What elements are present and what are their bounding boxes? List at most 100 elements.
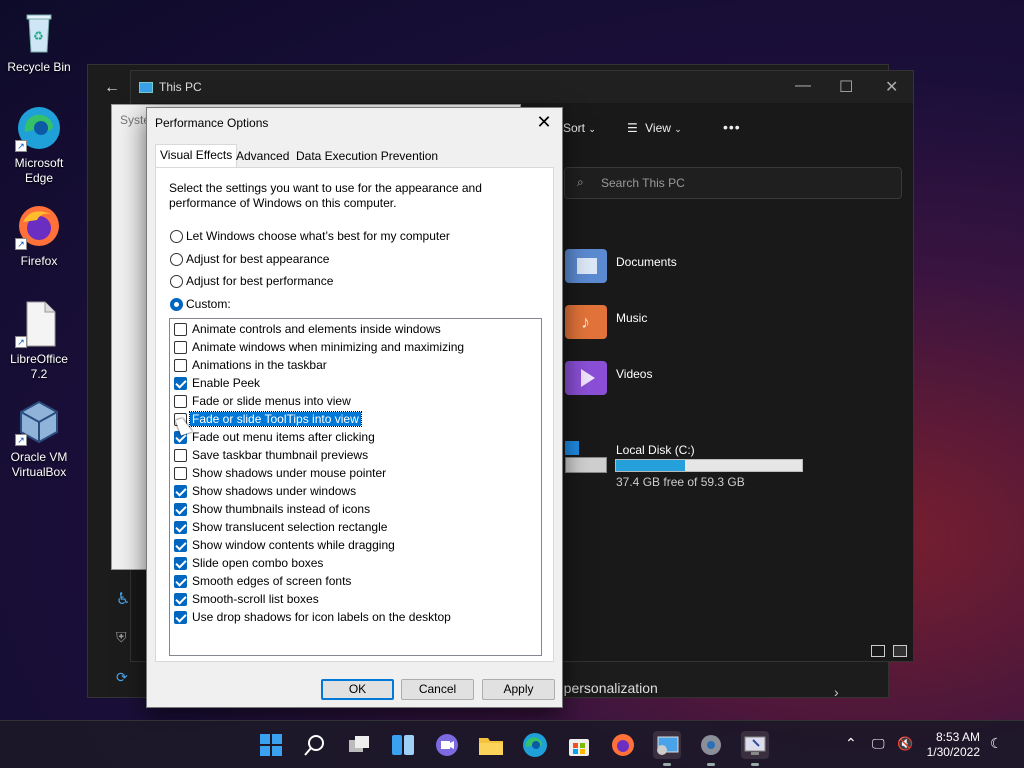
teams-chat-icon[interactable] <box>433 731 461 759</box>
chevron-down-icon: ⌄ <box>674 124 682 134</box>
effect-checkbox-row[interactable]: Smooth-scroll list boxes <box>174 590 319 608</box>
system-properties-icon[interactable] <box>741 731 769 766</box>
effect-checkbox-row[interactable]: Smooth edges of screen fonts <box>174 572 351 590</box>
ok-button[interactable]: OK <box>321 679 394 700</box>
effect-checkbox-row[interactable]: Fade or slide menus into view <box>174 392 351 410</box>
control-panel-icon[interactable] <box>653 731 681 766</box>
radio-best-appearance[interactable]: Adjust for best appearance <box>170 252 329 266</box>
cancel-button[interactable]: Cancel <box>401 679 474 700</box>
sort-label: Sort <box>563 121 586 135</box>
effect-checkbox-row[interactable]: Fade or slide ToolTips into view <box>174 410 362 428</box>
network-icon[interactable]: 🖵 <box>872 736 885 752</box>
volume-muted-icon[interactable]: 🔇 <box>897 736 913 752</box>
chevron-right-icon[interactable]: › <box>834 684 839 700</box>
checkbox[interactable] <box>174 340 187 354</box>
effect-label: Smooth-scroll list boxes <box>192 592 319 606</box>
svg-text:♻: ♻ <box>33 29 44 43</box>
radio-button[interactable] <box>170 229 183 243</box>
radio-custom[interactable]: Custom: <box>170 297 231 311</box>
checkbox[interactable] <box>174 484 187 498</box>
radio-button[interactable] <box>170 252 183 266</box>
videos-folder-icon <box>565 361 607 395</box>
virtualbox-icon: ↗ <box>15 398 63 446</box>
effect-checkbox-row[interactable]: Show shadows under mouse pointer <box>174 464 386 482</box>
checkbox[interactable] <box>174 538 187 552</box>
taskbar-clock[interactable]: 8:53 AM 1/30/2022 <box>924 730 980 760</box>
effect-checkbox-row[interactable]: Fade out menu items after clicking <box>174 428 375 446</box>
tab-advanced[interactable]: Advanced <box>232 146 293 168</box>
effect-label: Save taskbar thumbnail previews <box>192 448 369 462</box>
effect-checkbox-row[interactable]: Show shadows under windows <box>174 482 356 500</box>
start-icon[interactable] <box>257 731 285 759</box>
effect-checkbox-row[interactable]: Save taskbar thumbnail previews <box>174 446 368 464</box>
tab-data-execution-prevention[interactable]: Data Execution Prevention <box>292 146 442 168</box>
checkbox[interactable] <box>174 322 187 336</box>
accessibility-icon[interactable]: ♿ <box>116 589 130 609</box>
clock-date: 1/30/2022 <box>926 745 980 759</box>
task-view-icon[interactable] <box>345 731 373 759</box>
search-icon[interactable] <box>301 731 329 759</box>
effect-checkbox-row[interactable]: Enable Peek <box>174 374 260 392</box>
details-view-icon[interactable] <box>871 645 885 657</box>
close-icon[interactable]: ✕ <box>885 77 898 97</box>
widgets-icon[interactable] <box>389 731 417 759</box>
desktop-icon-libreoffice[interactable]: ↗ LibreOffice 7.2 <box>4 300 74 382</box>
effect-checkbox-row[interactable]: Animate windows when minimizing and maxi… <box>174 338 464 356</box>
checkbox[interactable] <box>174 394 187 408</box>
folder-name: Videos <box>616 367 653 381</box>
radio-button[interactable] <box>170 297 183 311</box>
effect-checkbox-row[interactable]: Show translucent selection rectangle <box>174 518 387 536</box>
windows-update-icon[interactable]: ⟳ <box>116 669 128 686</box>
privacy-shield-icon[interactable]: ⛨ <box>116 629 127 646</box>
effect-checkbox-row[interactable]: Slide open combo boxes <box>174 554 323 572</box>
checkbox[interactable] <box>174 466 187 480</box>
checkbox[interactable] <box>174 574 187 588</box>
more-options-button[interactable]: ••• <box>723 119 741 135</box>
effect-checkbox-row[interactable]: Animations in the taskbar <box>174 356 327 374</box>
personalization-link-text[interactable]: g personalization <box>552 680 658 696</box>
effect-label: Slide open combo boxes <box>192 556 324 570</box>
radio-best-performance[interactable]: Adjust for best performance <box>170 274 333 288</box>
checkbox[interactable] <box>174 610 187 624</box>
large-icons-view-icon[interactable] <box>893 645 907 657</box>
music-folder-icon: ♪ <box>565 305 607 339</box>
chevron-up-icon[interactable]: ⌃ <box>845 735 857 752</box>
checkbox[interactable] <box>174 592 187 606</box>
effect-checkbox-row[interactable]: Animate controls and elements inside win… <box>174 320 441 338</box>
desktop-icon-edge[interactable]: ↗ Microsoft Edge <box>4 104 74 186</box>
desktop-icon-firefox[interactable]: ↗ Firefox <box>4 202 74 269</box>
tab-visual-effects[interactable]: Visual Effects <box>155 144 238 168</box>
focus-assist-moon-icon[interactable]: ☾ <box>990 735 1003 752</box>
visual-effects-list[interactable]: Animate controls and elements inside win… <box>169 318 542 656</box>
settings-icon[interactable] <box>697 731 725 766</box>
effect-checkbox-row[interactable]: Show window contents while dragging <box>174 536 395 554</box>
checkbox[interactable] <box>174 556 187 570</box>
store-icon[interactable] <box>565 731 593 759</box>
checkbox[interactable] <box>174 520 187 534</box>
file-explorer-icon[interactable] <box>477 731 505 759</box>
desktop-icon-recycle-bin[interactable]: ♻ Recycle Bin <box>4 8 74 75</box>
maximize-icon[interactable]: ☐ <box>839 77 853 97</box>
radio-button[interactable] <box>170 274 183 288</box>
radio-let-windows-choose[interactable]: Let Windows choose what’s best for my co… <box>170 229 450 243</box>
desktop-icon-label: Recycle Bin <box>7 60 71 74</box>
edge-icon[interactable] <box>521 731 549 759</box>
desktop-icon-virtualbox[interactable]: ↗ Oracle VM VirtualBox <box>4 398 74 480</box>
desktop-icon-label: Firefox <box>20 254 58 268</box>
close-icon[interactable]: ✕ <box>534 112 554 132</box>
checkbox[interactable] <box>174 358 187 372</box>
apply-button[interactable]: Apply <box>482 679 555 700</box>
firefox-icon[interactable] <box>609 731 637 759</box>
effect-checkbox-row[interactable]: Use drop shadows for icon labels on the … <box>174 608 451 626</box>
minimize-icon[interactable]: — <box>795 77 811 95</box>
back-arrow-icon[interactable]: ← <box>104 79 120 97</box>
effect-checkbox-row[interactable]: Show thumbnails instead of icons <box>174 500 370 518</box>
search-input[interactable]: ⌕ Search This PC <box>564 167 902 199</box>
performance-options-dialog: Performance Options ✕ Visual Effects Adv… <box>146 107 563 708</box>
firefox-icon: ↗ <box>15 202 63 250</box>
sort-button[interactable]: Sort ⌄ <box>563 121 596 135</box>
checkbox[interactable] <box>174 502 187 516</box>
view-button[interactable]: ☰ View ⌄ <box>627 121 682 135</box>
checkbox[interactable] <box>174 376 187 390</box>
checkbox[interactable] <box>174 448 187 462</box>
